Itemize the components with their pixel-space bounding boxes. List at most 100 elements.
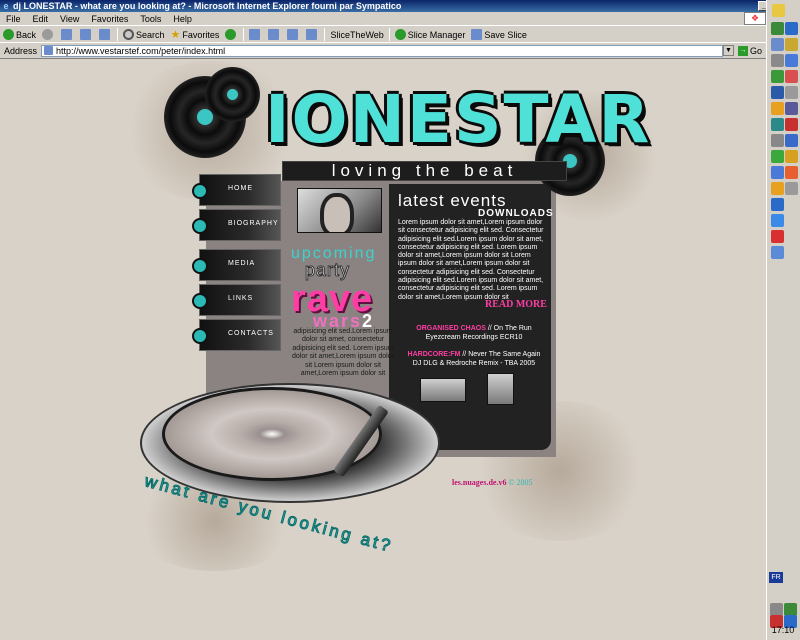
quicklaunch-icon[interactable]	[771, 214, 784, 227]
nav-label: MEDIA	[228, 260, 256, 267]
edit-button[interactable]	[284, 27, 303, 42]
slice-manager-button[interactable]: Slice Manager	[392, 27, 469, 42]
slicetheweb-button[interactable]: SliceTheWeb	[327, 27, 386, 42]
slice-manager-icon	[394, 29, 406, 40]
download-label: DJ DLG & Redroche Remix - TBA 2005	[412, 359, 536, 367]
home-icon	[99, 29, 111, 40]
menu-tools[interactable]: Tools	[134, 14, 167, 24]
ie-icon: e	[3, 1, 9, 11]
discuss-icon	[306, 29, 318, 40]
menu-favorites[interactable]: Favorites	[85, 14, 134, 24]
download-item[interactable]: HARDCORE:FM // Never The Same Again DJ DL…	[398, 351, 550, 368]
party-description: adipisicing elit sed.Lorem ipsum dolor s…	[292, 328, 394, 378]
quicklaunch-icon[interactable]	[785, 38, 798, 51]
nav-contacts[interactable]: CONTACTS	[192, 319, 281, 351]
menu-file[interactable]: File	[0, 14, 27, 24]
quicklaunch-icon[interactable]	[771, 246, 784, 259]
quicklaunch-icon[interactable]	[785, 54, 798, 67]
go-button[interactable]: → Go	[734, 45, 766, 56]
nav-media[interactable]: MEDIA	[192, 249, 281, 281]
quicklaunch-icon[interactable]	[771, 198, 784, 211]
back-button[interactable]: Back	[0, 27, 39, 42]
window-title-bar: e dj LONESTAR - what are you looking at?…	[0, 0, 800, 12]
downloads-heading: DOWNLOADS	[478, 208, 554, 219]
quicklaunch-icon[interactable]	[785, 150, 798, 163]
page-icon	[44, 46, 54, 55]
download-label: Eyezcream Recordings ECR10	[425, 333, 523, 341]
nav-biography[interactable]: BIOGRAPHY	[192, 209, 281, 241]
quicklaunch-icon[interactable]	[785, 182, 798, 195]
favorites-label: Favorites	[182, 29, 220, 40]
language-indicator[interactable]: FR	[769, 572, 783, 583]
media-button[interactable]	[420, 378, 466, 402]
nav-bullet-icon	[192, 258, 208, 274]
nav-home[interactable]: HOME	[192, 174, 281, 206]
quicklaunch-icon[interactable]	[785, 86, 798, 99]
dj-face	[320, 193, 354, 232]
print-button[interactable]	[265, 27, 284, 42]
window-title: dj LONESTAR - what are you looking at? -…	[13, 1, 402, 11]
address-url: http://www.vestarstef.com/peter/index.ht…	[56, 45, 226, 56]
discuss-button[interactable]	[303, 27, 322, 42]
forward-arrow-icon	[42, 29, 54, 40]
stop-button[interactable]	[58, 27, 77, 42]
download-artist: HARDCORE:FM	[407, 351, 461, 358]
quicklaunch-icon[interactable]	[771, 182, 784, 195]
nav-label: LINKS	[228, 295, 254, 302]
quicklaunch-icon[interactable]	[771, 70, 784, 83]
address-dropdown-button[interactable]: ▼	[722, 45, 734, 56]
favorites-button[interactable]: ★ Favorites	[168, 27, 223, 42]
home-button[interactable]	[96, 27, 115, 42]
save-slice-button[interactable]: Save Slice	[468, 27, 530, 42]
mail-button[interactable]	[246, 27, 265, 42]
download-item[interactable]: ORGANISED CHAOS // On The Run Eyezcream R…	[398, 325, 550, 342]
print-icon	[268, 29, 280, 40]
dj-photo	[297, 188, 382, 233]
menu-view[interactable]: View	[54, 14, 85, 24]
menu-edit[interactable]: Edit	[27, 14, 55, 24]
nav-links[interactable]: LINKS	[192, 284, 281, 316]
site-logo[interactable]: IONESTAR	[265, 87, 651, 153]
toolbar-separator	[117, 28, 119, 41]
quicklaunch-icon[interactable]	[771, 102, 784, 115]
menu-help[interactable]: Help	[167, 14, 198, 24]
menu-bar: File Edit View Favorites Tools Help ❖	[0, 12, 766, 26]
address-input[interactable]: http://www.vestarstef.com/peter/index.ht…	[41, 44, 723, 57]
windows-start-icon[interactable]	[772, 4, 785, 17]
quicklaunch-icon[interactable]	[771, 86, 784, 99]
page-content: IONESTAR loving the beat HOME BIOGRAPHY …	[0, 58, 766, 640]
forward-button[interactable]	[39, 27, 58, 42]
quicklaunch-icon[interactable]	[785, 102, 798, 115]
media-button[interactable]	[487, 373, 514, 405]
quicklaunch-icon[interactable]	[771, 38, 784, 51]
quicklaunch-icon[interactable]	[771, 230, 784, 243]
quicklaunch-icon[interactable]	[785, 70, 798, 83]
quicklaunch-icon[interactable]	[785, 118, 798, 131]
credits-link[interactable]: les.nuages.de.v6	[452, 478, 506, 487]
taskbar-clock[interactable]: 17:10	[768, 625, 798, 635]
quicklaunch-icon[interactable]	[771, 134, 784, 147]
events-description: Lorem ipsum dolor sit amet,Lorem ipsum d…	[398, 219, 544, 301]
quicklaunch-icon[interactable]	[771, 54, 784, 67]
quicklaunch-icon[interactable]	[771, 150, 784, 163]
quicklaunch-icon[interactable]	[785, 166, 798, 179]
nav-bullet-icon	[192, 183, 208, 199]
nav-label: BIOGRAPHY	[228, 220, 279, 227]
media-button[interactable]	[222, 27, 241, 42]
read-more-link[interactable]: READ MORE	[485, 299, 547, 310]
nav-bullet-icon	[192, 218, 208, 234]
quicklaunch-icon[interactable]	[785, 22, 798, 35]
download-track: // On The Run	[485, 325, 532, 332]
slice-manager-label: Slice Manager	[407, 29, 466, 40]
go-label: Go	[749, 45, 762, 56]
vinyl-record-icon	[205, 67, 260, 122]
quicklaunch-icon[interactable]	[785, 134, 798, 147]
quicklaunch-icon[interactable]	[771, 22, 784, 35]
search-label: Search	[136, 29, 165, 40]
search-button[interactable]: Search	[120, 27, 168, 42]
quicklaunch-icon[interactable]	[771, 118, 784, 131]
toolbar-separator	[388, 28, 390, 41]
refresh-button[interactable]	[77, 27, 96, 42]
windows-logo-icon: ❖	[744, 12, 766, 25]
quicklaunch-icon[interactable]	[771, 166, 784, 179]
